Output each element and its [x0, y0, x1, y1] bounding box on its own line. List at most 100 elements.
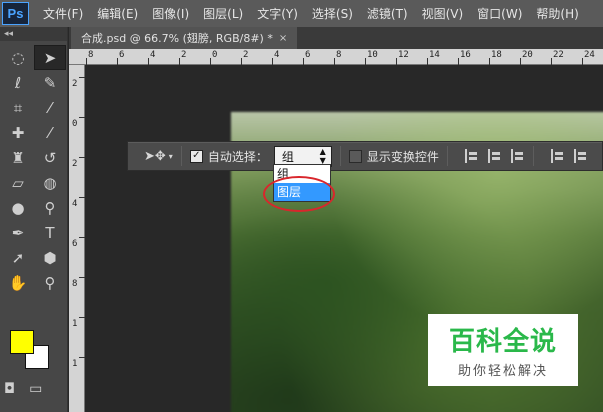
ruler-label: 16	[460, 50, 471, 60]
ruler-tick	[79, 237, 85, 238]
eraser-icon[interactable]: ▱	[2, 170, 34, 195]
ruler-label: 6	[72, 239, 78, 249]
healing-brush-icon[interactable]: ✚	[2, 120, 34, 145]
shape-icon[interactable]: ⬢	[34, 245, 66, 270]
blur-icon[interactable]: ●	[2, 195, 34, 220]
paint-bucket-icon[interactable]: ◍	[34, 170, 66, 195]
menu-image[interactable]: 图像(I)	[152, 5, 189, 22]
ruler-tick	[396, 58, 397, 65]
quick-select-icon[interactable]: ✎	[34, 70, 66, 95]
ruler-label: 8	[72, 279, 78, 289]
ruler-label: 4	[72, 199, 78, 209]
foreground-color-swatch[interactable]	[10, 330, 34, 354]
document-tab[interactable]: 合成.psd @ 66.7% (翅膀, RGB/8#) * ×	[71, 27, 298, 49]
quick-mask-icon[interactable]: ◘	[4, 381, 15, 397]
ruler-vertical: 2 0 2 4 6 8 1 1	[69, 65, 85, 412]
ruler-label: 8	[336, 50, 342, 60]
pen-icon[interactable]: ✒	[2, 220, 34, 245]
ruler-label: 0	[72, 119, 78, 129]
auto-select-checkbox[interactable]: ✓	[189, 149, 203, 163]
screen-mode-icon[interactable]: ▭	[29, 381, 42, 397]
chevron-down-icon: ▾	[168, 151, 173, 161]
select-value: 组	[281, 149, 294, 164]
ruler-label: 18	[491, 50, 502, 60]
menu-filter[interactable]: 滤镜(T)	[367, 5, 408, 22]
divider	[446, 146, 448, 166]
menu-bar: Ps 文件(F) 编辑(E) 图像(I) 图层(L) 文字(Y) 选择(S) 滤…	[0, 0, 603, 27]
ruler-tick	[117, 58, 118, 65]
toolbox: ◂◂ ◌ ➤ ℓ ✎ ⌗ ⁄ ✚ ⁄ ♜ ↺ ▱ ◍ ● ⚲ ✒ T ➚ ⬢ ✋…	[0, 27, 68, 412]
ruler-label: 6	[305, 50, 311, 60]
type-icon[interactable]: T	[34, 220, 66, 245]
select-marquee-icon[interactable]: ◌	[2, 45, 34, 70]
menu-file[interactable]: 文件(F)	[43, 5, 83, 22]
ruler-label: 24	[584, 50, 595, 60]
menu-window[interactable]: 窗口(W)	[477, 5, 522, 22]
divider	[532, 146, 534, 166]
ruler-tick	[489, 58, 490, 65]
menu-edit[interactable]: 编辑(E)	[97, 5, 138, 22]
ruler-tick	[458, 58, 459, 65]
dodge-icon[interactable]: ⚲	[34, 195, 66, 220]
move-tool-options-bar: ➤✥ ▾ ✓ 自动选择： 组 ▲ ▼ 显示变换控件	[127, 141, 603, 171]
clone-stamp-icon[interactable]: ♜	[2, 145, 34, 170]
ruler-label: 0	[212, 50, 218, 60]
ruler-tick	[427, 58, 428, 65]
ruler-tick	[241, 58, 242, 65]
align-horizontal-centers-icon[interactable]	[573, 149, 588, 163]
divider	[180, 146, 182, 166]
ruler-tick	[551, 58, 552, 65]
path-select-icon[interactable]: ➚	[2, 245, 34, 270]
align-vertical-centers-icon[interactable]	[487, 149, 502, 163]
ruler-tick	[79, 357, 85, 358]
ruler-label: 12	[398, 50, 409, 60]
ruler-tick	[148, 58, 149, 65]
show-transform-controls-label: 显示变换控件	[366, 149, 439, 164]
zoom-icon[interactable]: ⚲	[34, 270, 66, 295]
menu-layer[interactable]: 图层(L)	[203, 5, 243, 22]
ruler-tick	[272, 58, 273, 65]
lasso-icon[interactable]: ℓ	[2, 70, 34, 95]
ruler-label: 10	[367, 50, 378, 60]
watermark-subtitle: 助你轻松解决	[457, 364, 548, 379]
watermark-logo: 百科全说 助你轻松解决	[428, 314, 578, 386]
toolbox-collapse-handle[interactable]: ◂◂	[0, 27, 67, 41]
color-swatches	[8, 327, 58, 377]
auto-select-label: 自动选择：	[207, 149, 268, 164]
ruler-tick	[79, 277, 85, 278]
close-icon[interactable]: ×	[279, 33, 287, 44]
tool-preset-picker[interactable]: ➤✥ ▾	[144, 149, 173, 164]
ruler-label: 20	[522, 50, 533, 60]
ruler-label: 14	[429, 50, 440, 60]
ruler-label: 2	[181, 50, 187, 60]
brush-icon[interactable]: ⁄	[34, 120, 66, 145]
crop-icon[interactable]: ⌗	[2, 95, 34, 120]
align-bottom-edges-icon[interactable]	[510, 149, 525, 163]
hand-icon[interactable]: ✋	[2, 270, 34, 295]
move-icon[interactable]: ➤	[34, 45, 66, 70]
ruler-label: 8	[88, 50, 94, 60]
align-top-edges-icon[interactable]	[464, 149, 479, 163]
ruler-label: 2	[72, 159, 78, 169]
document-tab-title: 合成.psd @ 66.7% (翅膀, RGB/8#) *	[81, 32, 273, 45]
menu-select[interactable]: 选择(S)	[312, 5, 353, 22]
ruler-tick	[86, 58, 87, 65]
menu-type[interactable]: 文字(Y)	[257, 5, 298, 22]
divider	[339, 146, 341, 166]
ruler-tick	[520, 58, 521, 65]
ruler-tick	[79, 197, 85, 198]
ruler-label: 1	[72, 319, 78, 329]
ruler-tick	[303, 58, 304, 65]
eyedropper-icon[interactable]: ⁄	[34, 95, 66, 120]
ruler-tick	[582, 58, 583, 65]
ruler-label: 4	[150, 50, 156, 60]
ruler-horizontal: 8 6 4 2 0 2 4 6 8 10 12 14 16 18 20 22 24	[69, 49, 603, 65]
menu-help[interactable]: 帮助(H)	[536, 5, 578, 22]
ruler-label: 6	[119, 50, 125, 60]
up-down-arrows-icon: ▲ ▼	[319, 147, 326, 165]
menu-view[interactable]: 视图(V)	[422, 5, 464, 22]
align-left-edges-icon[interactable]	[550, 149, 565, 163]
ruler-label: 2	[243, 50, 249, 60]
history-brush-icon[interactable]: ↺	[34, 145, 66, 170]
show-transform-controls-checkbox[interactable]	[348, 149, 362, 163]
